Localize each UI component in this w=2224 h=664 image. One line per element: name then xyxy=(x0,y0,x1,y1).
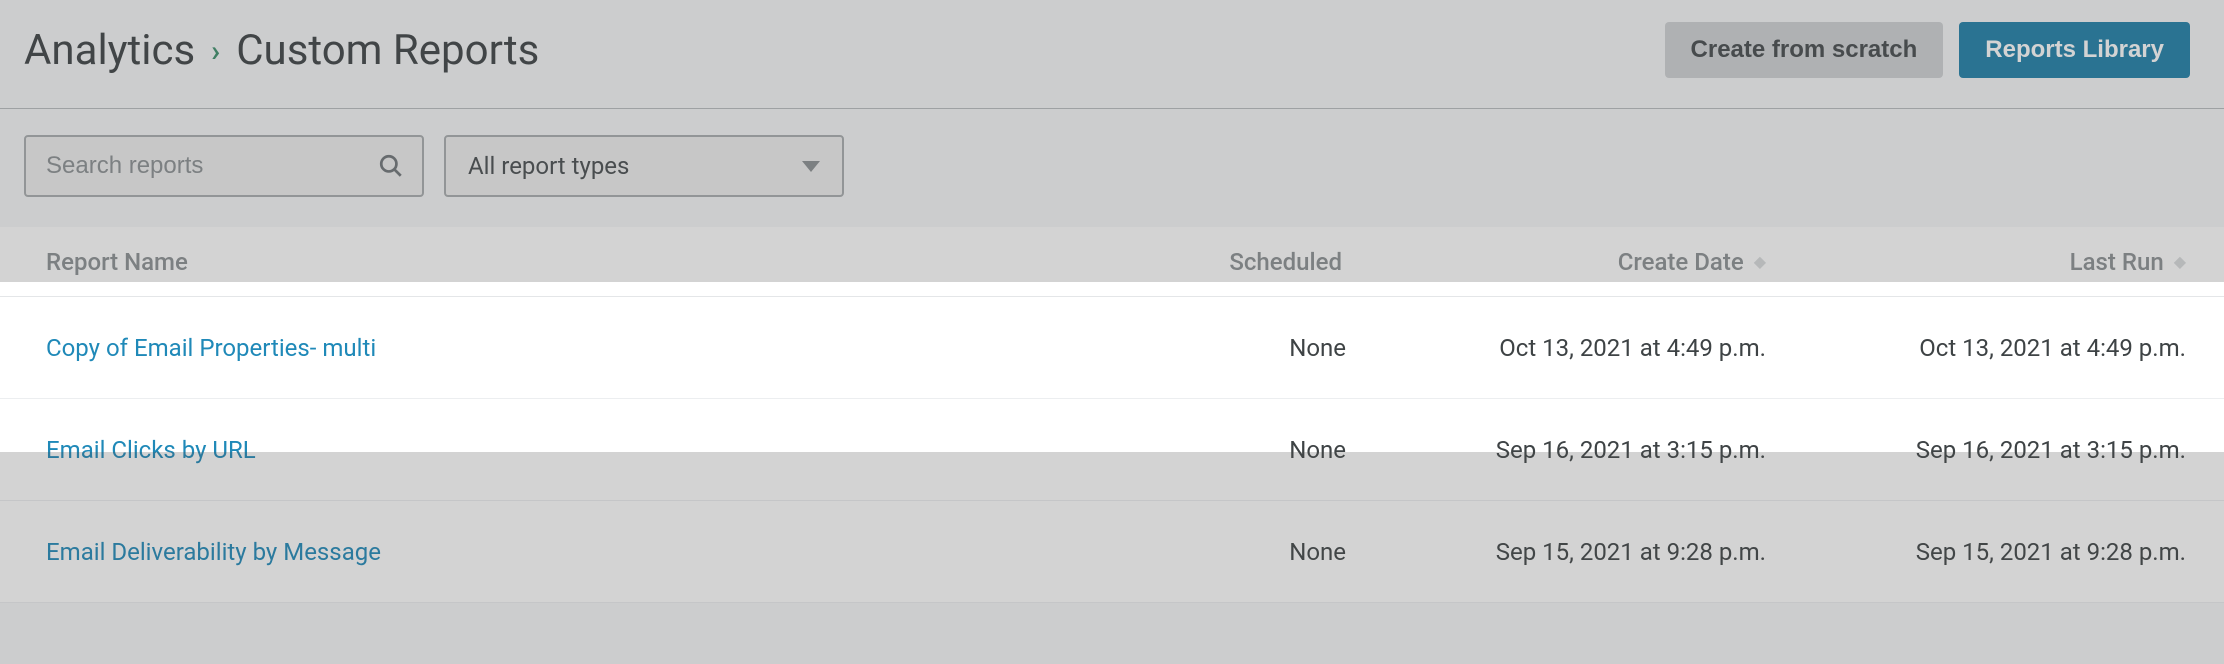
report-link[interactable]: Email Deliverability by Message xyxy=(46,538,1066,566)
create-from-scratch-button[interactable]: Create from scratch xyxy=(1665,22,1944,78)
table-header: Report Name Scheduled Create Date ◆ Last… xyxy=(0,227,2224,297)
col-report-name[interactable]: Report Name xyxy=(46,248,1066,276)
cell-create-date: Sep 15, 2021 at 9:28 p.m. xyxy=(1346,538,1766,566)
table-row[interactable]: Copy of Email Properties- multi None Oct… xyxy=(0,297,2224,399)
sort-icon: ◆ xyxy=(2174,252,2186,271)
cell-last-run: Sep 15, 2021 at 9:28 p.m. xyxy=(1766,538,2186,566)
reports-library-button[interactable]: Reports Library xyxy=(1959,22,2190,78)
cell-scheduled: None xyxy=(1066,436,1346,464)
report-type-select[interactable]: All report types xyxy=(444,135,844,197)
chevron-right-icon: › xyxy=(211,34,220,69)
breadcrumb-root[interactable]: Analytics xyxy=(24,26,195,75)
cell-scheduled: None xyxy=(1066,334,1346,362)
report-type-label: All report types xyxy=(468,152,629,180)
table-row[interactable]: Email Deliverability by Message None Sep… xyxy=(0,501,2224,603)
report-link[interactable]: Copy of Email Properties- multi xyxy=(46,334,1066,362)
breadcrumb-current: Custom Reports xyxy=(236,26,539,75)
col-last-run[interactable]: Last Run ◆ xyxy=(1766,248,2186,276)
header-actions: Create from scratch Reports Library xyxy=(1665,22,2190,78)
cell-last-run: Sep 16, 2021 at 3:15 p.m. xyxy=(1766,436,2186,464)
filters-row: All report types xyxy=(0,109,2224,227)
table-row[interactable]: Email Clicks by URL None Sep 16, 2021 at… xyxy=(0,399,2224,501)
search-icon xyxy=(378,153,404,179)
cell-create-date: Oct 13, 2021 at 4:49 p.m. xyxy=(1346,334,1766,362)
col-last-run-label: Last Run xyxy=(2070,248,2164,276)
report-link[interactable]: Email Clicks by URL xyxy=(46,436,1066,464)
reports-table: Report Name Scheduled Create Date ◆ Last… xyxy=(0,227,2224,603)
sort-icon: ◆ xyxy=(1754,252,1766,271)
cell-create-date: Sep 16, 2021 at 3:15 p.m. xyxy=(1346,436,1766,464)
breadcrumb: Analytics › Custom Reports xyxy=(24,26,539,75)
caret-down-icon xyxy=(802,161,820,172)
cell-last-run: Oct 13, 2021 at 4:49 p.m. xyxy=(1766,334,2186,362)
search-input[interactable] xyxy=(26,152,378,180)
col-create-date-label: Create Date xyxy=(1618,248,1744,276)
col-scheduled[interactable]: Scheduled xyxy=(1066,248,1346,276)
col-create-date[interactable]: Create Date ◆ xyxy=(1346,248,1766,276)
page-header: Analytics › Custom Reports Create from s… xyxy=(0,0,2224,108)
search-input-wrap[interactable] xyxy=(24,135,424,197)
cell-scheduled: None xyxy=(1066,538,1346,566)
